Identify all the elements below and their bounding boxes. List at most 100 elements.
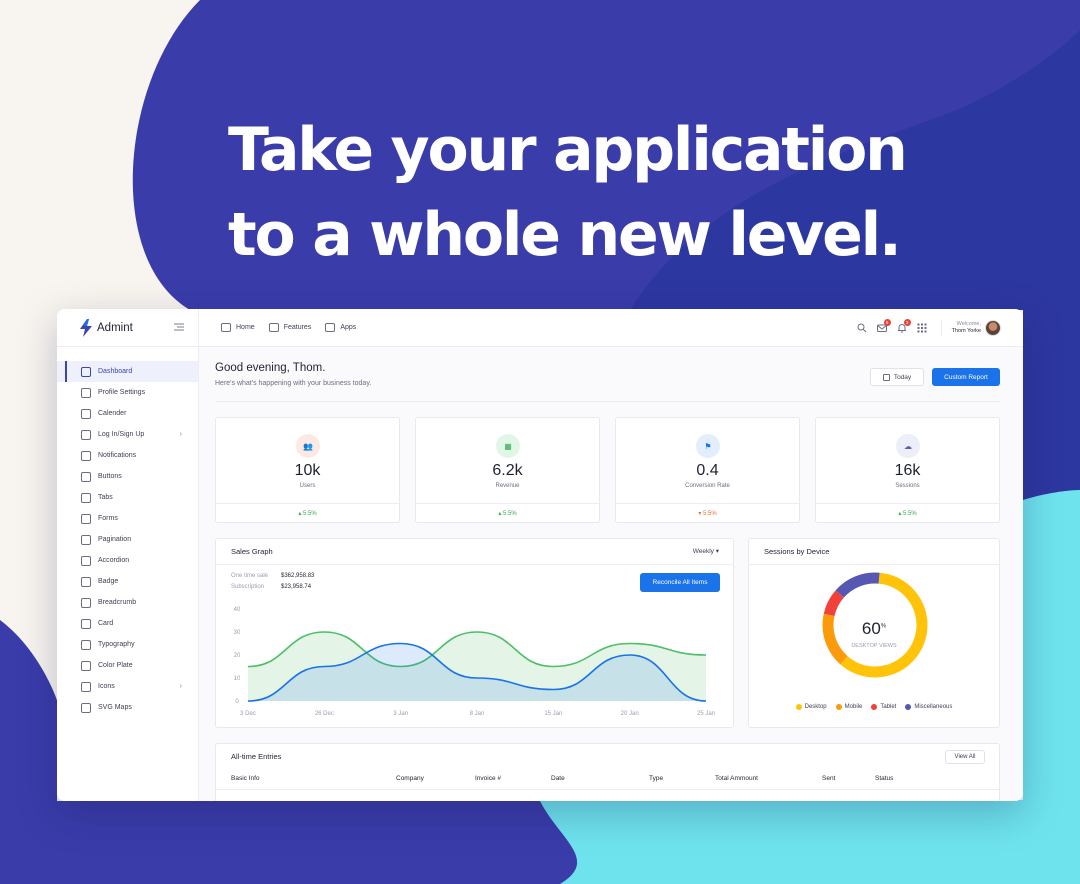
sidebar-item-breadcrumb[interactable]: Breadcrumb — [57, 592, 198, 613]
sidebar-item-calender[interactable]: Calender — [57, 403, 198, 424]
table-column-header[interactable]: Basic Info — [231, 775, 260, 782]
trend-down-icon: ▾ — [698, 511, 702, 517]
calendar-icon — [81, 408, 91, 419]
menu-collapse-icon[interactable] — [174, 323, 184, 331]
breadcrumb-icon — [81, 597, 91, 608]
legend-label: Miscellaneous — [914, 704, 953, 710]
sidebar-item-label: Dashboard — [98, 368, 133, 375]
typography-icon — [81, 639, 91, 650]
sidebar-item-label: Card — [98, 620, 114, 627]
table-column-header[interactable]: Status — [875, 775, 893, 782]
table-column-header[interactable]: Type — [649, 775, 663, 782]
sidebar-item-label: Tabs — [98, 494, 113, 501]
donut-center-unit: % — [880, 623, 887, 630]
user-icon — [81, 429, 91, 440]
user-menu[interactable]: Welcome, Thom Yorke — [940, 320, 1001, 336]
legend-swatch — [905, 704, 912, 710]
app-window: Admint Dashboard Profile Settings Calender… — [57, 309, 1023, 801]
dashboard-icon — [81, 366, 91, 377]
topnav-label: Apps — [340, 324, 357, 331]
sidebar-item-label: Pagination — [98, 536, 132, 543]
donut-center-value: 60% — [749, 619, 999, 639]
y-tick-label: 10 — [234, 676, 241, 682]
sessions-panel: Sessions by Device 60% DESKTOP VIEWS Des… — [748, 538, 1000, 728]
stat-card-conversion-rate: ⚑ 0.4 Conversion Rate ▾ 5.5% — [615, 417, 800, 523]
topnav-apps[interactable]: Apps — [325, 323, 356, 332]
greeting-subtitle: Here's what's happening with your busine… — [215, 380, 372, 387]
brand-name: Admint — [97, 321, 133, 334]
sidebar-item-label: SVG Maps — [98, 704, 132, 711]
calendar-icon — [882, 373, 890, 381]
view-all-button[interactable]: View All — [945, 750, 985, 764]
sidebar-item-label: Icons — [98, 683, 115, 690]
stat-label: Sessions — [895, 483, 920, 489]
topnav-home[interactable]: Home — [221, 323, 255, 332]
features-icon — [268, 323, 279, 332]
legend-item-miscellaneous: Miscellaneous — [905, 704, 952, 710]
bell-count-badge: 3 — [903, 319, 911, 326]
topnav-label: Features — [283, 324, 312, 331]
custom-report-button[interactable]: Custom Report — [932, 368, 1000, 386]
cloud-icon — [81, 450, 91, 461]
sidebar-item-badge[interactable]: Badge — [57, 571, 198, 592]
today-button[interactable]: Today — [870, 368, 924, 386]
sidebar-item-forms[interactable]: Forms — [57, 508, 198, 529]
sidebar-item-label: Buttons — [98, 473, 122, 480]
sidebar-item-profile-settings[interactable]: Profile Settings — [57, 382, 198, 403]
sidebar-item-accordion[interactable]: Accordion — [57, 550, 198, 571]
stat-value: 16k — [894, 462, 921, 479]
stat-change: ▴ 5.5% — [816, 503, 999, 523]
stat-change: ▾ 5.5% — [616, 503, 799, 523]
table-column-header[interactable]: Total Ammount — [715, 775, 758, 782]
today-button-label: Today — [893, 373, 912, 381]
topnav-features[interactable]: Features — [268, 323, 312, 332]
chevron-right-icon: › — [179, 431, 182, 438]
card-icon — [81, 618, 91, 629]
table-column-header[interactable]: Company — [396, 775, 424, 782]
table-column-header[interactable]: Sent — [822, 775, 835, 782]
sidebar-item-log-in-sign-up[interactable]: Log In/Sign Up › — [57, 424, 198, 445]
badge-icon — [81, 576, 91, 587]
search-icon[interactable] — [857, 323, 867, 333]
accordion-icon — [81, 555, 91, 566]
table-column-header[interactable]: Invoice # — [475, 775, 501, 782]
legend-item-mobile: Mobile — [835, 704, 862, 710]
stat-label: Users — [299, 483, 316, 489]
stat-change-value: 5.5% — [903, 511, 917, 517]
sidebar-item-color-plate[interactable]: Color Plate — [57, 655, 198, 676]
x-tick-label: 3 Jan — [393, 711, 408, 717]
sidebar-nav: Dashboard Profile Settings Calender Log In/… — [57, 347, 198, 718]
sidebar-item-card[interactable]: Card — [57, 613, 198, 634]
chevron-right-icon: › — [179, 683, 182, 690]
table-column-header[interactable]: Date — [551, 775, 565, 782]
x-tick-label: 20 Jan — [621, 711, 639, 717]
stat-change: ▴ 5.5% — [216, 503, 399, 523]
sidebar-item-notifications[interactable]: Notifications — [57, 445, 198, 466]
main-content: Good evening, Thom. Here's what's happen… — [199, 347, 1023, 801]
sidebar-item-icons[interactable]: Icons › — [57, 676, 198, 697]
sidebar-item-buttons[interactable]: Buttons — [57, 466, 198, 487]
x-tick-label: 25 Jan — [697, 711, 715, 717]
promo-headline: Take your application to a whole new lev… — [228, 108, 988, 278]
legend-swatch — [795, 704, 802, 710]
brand[interactable]: Admint — [57, 309, 198, 347]
sidebar-item-svg-maps[interactable]: SVG Maps — [57, 697, 198, 718]
trend-up-icon: ▴ — [298, 511, 302, 517]
sidebar-item-typography[interactable]: Typography — [57, 634, 198, 655]
compass-icon — [81, 702, 91, 713]
sidebar-item-dashboard[interactable]: Dashboard — [57, 361, 198, 382]
bell-icon[interactable]: 3 — [897, 319, 911, 333]
sidebar-item-pagination[interactable]: Pagination — [57, 529, 198, 550]
stat-change-value: 5.5% — [303, 511, 317, 517]
mail-icon[interactable]: 5 — [876, 319, 891, 333]
stat-value: 10k — [294, 462, 321, 479]
header-divider — [215, 401, 1001, 402]
avatar[interactable] — [985, 320, 1001, 336]
sidebar-item-label: Badge — [98, 578, 119, 585]
sidebar-item-tabs[interactable]: Tabs — [57, 487, 198, 508]
x-tick-label: 3 Dec — [240, 711, 256, 717]
y-tick-label: 0 — [235, 699, 239, 705]
entries-title: All-time Entries — [231, 752, 282, 761]
apps-grid-icon[interactable] — [917, 323, 927, 333]
icons-icon — [81, 681, 91, 692]
